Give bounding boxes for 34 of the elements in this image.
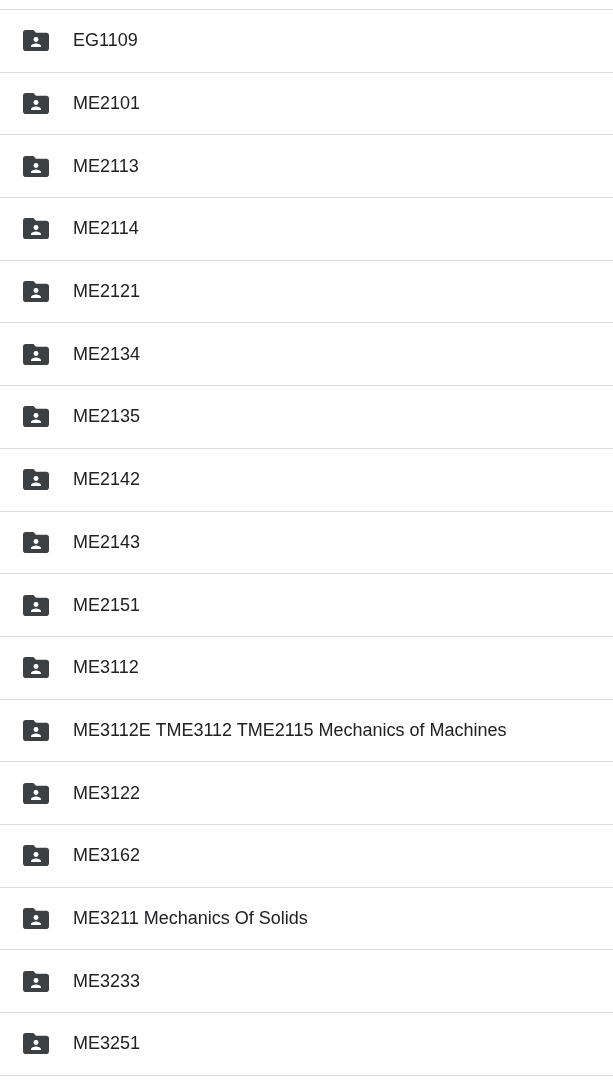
- shared-folder-icon: [23, 281, 49, 303]
- shared-folder-icon: [23, 970, 49, 992]
- shared-folder-icon: [23, 155, 49, 177]
- folder-list-item[interactable]: ME2151: [0, 574, 613, 637]
- shared-folder-icon: [23, 30, 49, 52]
- folder-list-item[interactable]: EG1109: [0, 10, 613, 73]
- folder-list-item[interactable]: ME2114: [0, 198, 613, 261]
- shared-folder-icon: [23, 343, 49, 365]
- folder-list-item[interactable]: ME3251: [0, 1013, 613, 1076]
- folder-list-item[interactable]: ME2101: [0, 72, 613, 136]
- shared-folder-icon: [23, 845, 49, 867]
- shared-folder-icon: [23, 469, 49, 491]
- shared-folder-icon: [23, 1033, 49, 1055]
- folder-list-item[interactable]: ME2143: [0, 511, 613, 575]
- shared-folder-icon: [23, 719, 49, 741]
- folder-list-item[interactable]: ME3112E TME3112 TME2115 Mechanics of Machines: [0, 699, 613, 763]
- shared-folder-icon: [23, 657, 49, 679]
- shared-folder-icon: [23, 93, 49, 115]
- shared-folder-icon: [23, 594, 49, 616]
- shared-folder-icon: [23, 907, 49, 929]
- folder-list-item[interactable]: ME2135: [0, 386, 613, 449]
- folder-list-item[interactable]: ME3233: [0, 950, 613, 1013]
- folder-list-item[interactable]: ME2134: [0, 323, 613, 387]
- folder-list-item[interactable]: ME2113: [0, 135, 613, 199]
- folder-list-item[interactable]: ME3211 Mechanics Of Solids: [0, 887, 613, 951]
- folder-list-item[interactable]: ME3112: [0, 636, 613, 700]
- shared-folder-icon: [23, 782, 49, 804]
- shared-folder-icon: [23, 531, 49, 553]
- shared-folder-icon: [23, 406, 49, 428]
- folder-list-item[interactable]: ME2142: [0, 448, 613, 512]
- folder-list-item[interactable]: ME3162: [0, 824, 613, 888]
- folder-list-item[interactable]: ME3122: [0, 762, 613, 825]
- folder-list-item[interactable]: ME2121: [0, 260, 613, 324]
- shared-folder-icon: [23, 218, 49, 240]
